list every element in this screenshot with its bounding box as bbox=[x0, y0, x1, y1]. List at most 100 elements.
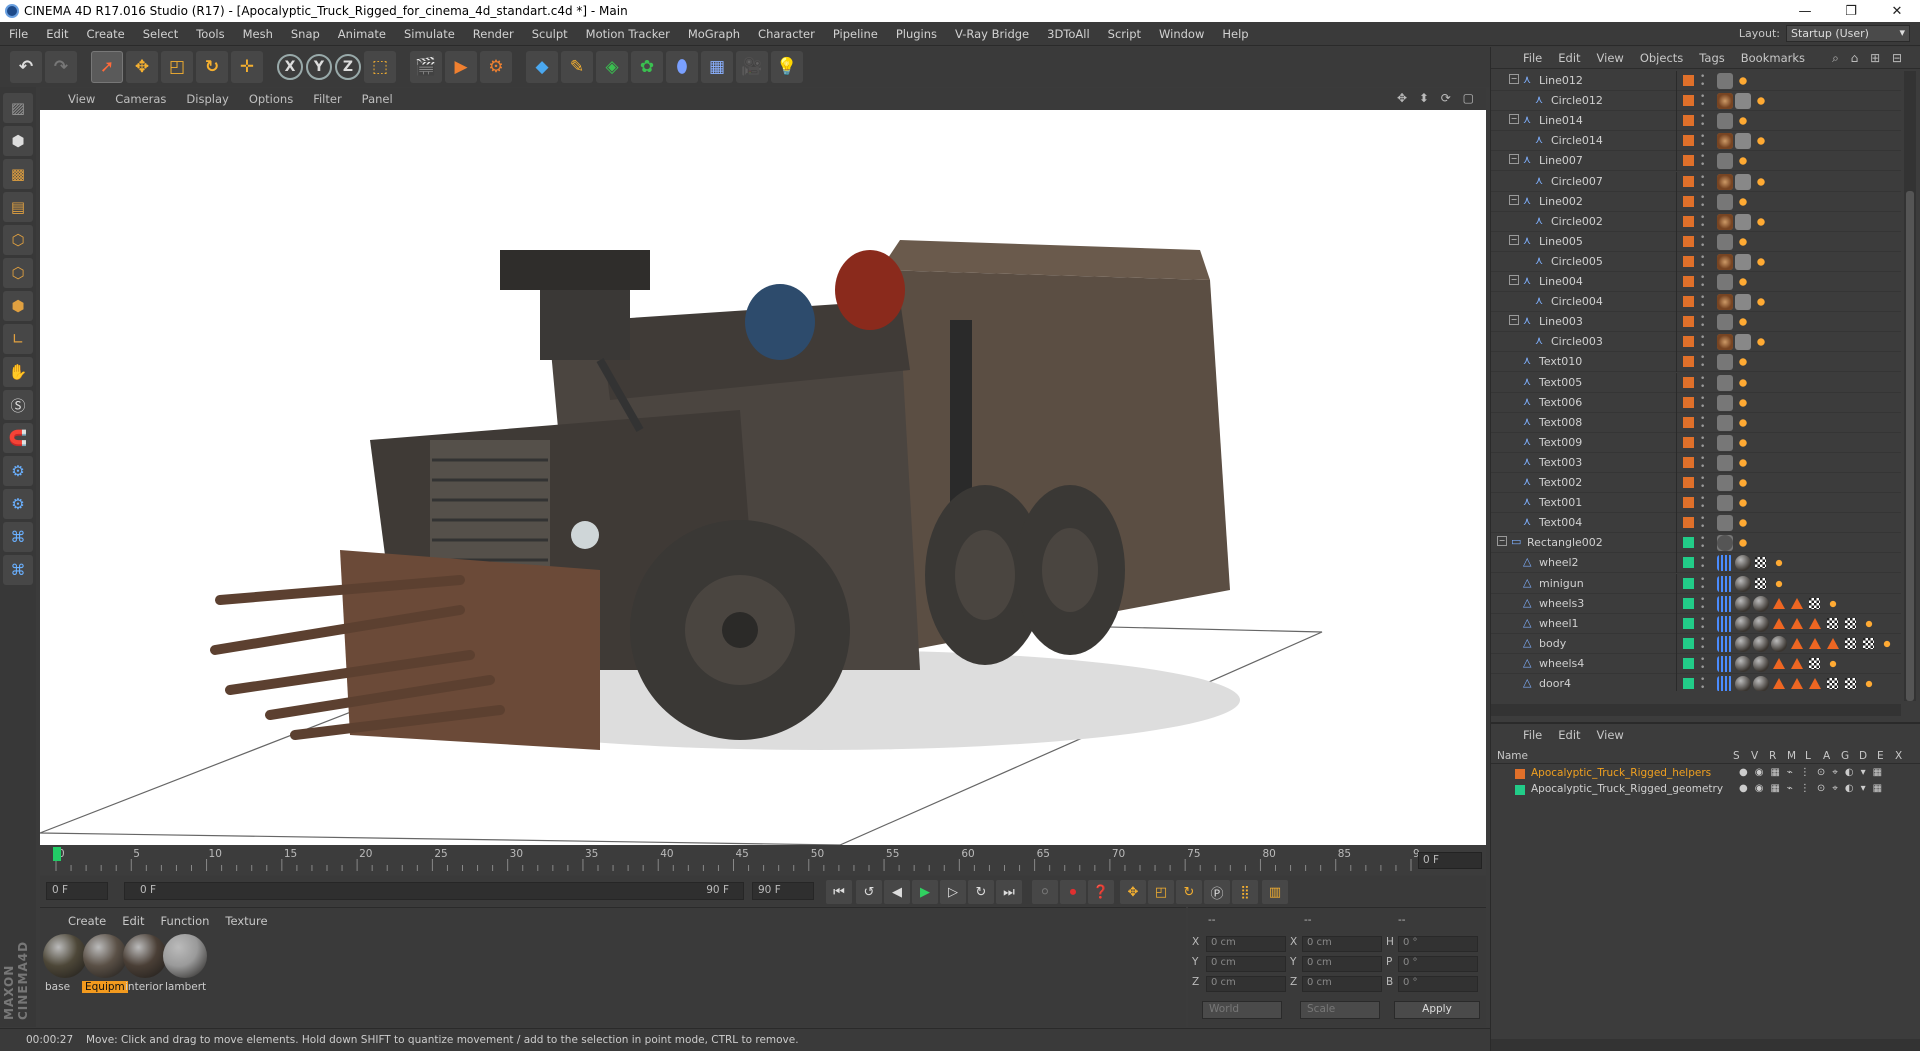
object-name[interactable]: Text005 bbox=[1539, 376, 1582, 389]
selection-tag-icon[interactable] bbox=[1809, 678, 1821, 689]
selection-tag-icon[interactable] bbox=[1773, 678, 1785, 689]
pos-z-field[interactable]: 0 cm bbox=[1206, 976, 1286, 992]
selection-tag-icon[interactable] bbox=[1791, 637, 1803, 649]
previous-key-icon[interactable]: ↺ bbox=[856, 880, 882, 904]
enable-axis-icon[interactable]: ⚙ bbox=[3, 456, 33, 486]
menu-3dtoall[interactable]: 3DToAll bbox=[1038, 27, 1099, 41]
visibility-dots[interactable]: • • bbox=[1700, 354, 1705, 371]
xpresso-tag-icon[interactable] bbox=[1771, 555, 1787, 572]
undo-icon[interactable]: ↶ bbox=[10, 51, 42, 83]
selection-tag-icon[interactable] bbox=[1791, 657, 1803, 669]
layer-color-swatch[interactable] bbox=[1515, 785, 1525, 795]
solo-mode-icon[interactable]: Ⓢ bbox=[3, 390, 33, 420]
visibility-dots[interactable]: • • bbox=[1700, 73, 1705, 90]
object-row[interactable]: − ▭ Rectangle002 • • bbox=[1491, 533, 1901, 554]
object-menu-objects[interactable]: Objects bbox=[1632, 51, 1691, 65]
menu-help[interactable]: Help bbox=[1213, 27, 1257, 41]
collapse-toggle[interactable]: − bbox=[1497, 536, 1507, 547]
layer-color-swatch[interactable] bbox=[1683, 276, 1694, 287]
layer-color-swatch[interactable] bbox=[1683, 477, 1694, 488]
layer-color-swatch[interactable] bbox=[1683, 75, 1694, 86]
layer-color-swatch[interactable] bbox=[1683, 416, 1694, 428]
object-row[interactable]: ⋏ Text001 • • bbox=[1491, 493, 1901, 514]
xpresso-tag-icon[interactable] bbox=[1735, 153, 1751, 170]
timeline-ruler[interactable]: 051015202530354045505560657075808590 0 F bbox=[40, 845, 1486, 875]
layer-color-swatch[interactable] bbox=[1683, 215, 1694, 227]
display-tag-icon[interactable] bbox=[1735, 133, 1751, 150]
collapse-toggle[interactable]: − bbox=[1509, 194, 1519, 205]
display-tag-icon[interactable] bbox=[1717, 374, 1733, 391]
object-name[interactable]: Text009 bbox=[1539, 436, 1582, 449]
tweak-mode-icon[interactable]: ✋ bbox=[3, 357, 33, 387]
menu-window[interactable]: Window bbox=[1150, 27, 1213, 41]
current-frame-field[interactable]: 0 F bbox=[1418, 852, 1482, 869]
viewport-navigation-icons[interactable]: ✥ ⬍ ⟳ ▢ bbox=[1397, 91, 1478, 105]
material-menu-function[interactable]: Function bbox=[153, 914, 218, 928]
display-tag-icon[interactable] bbox=[1717, 233, 1733, 250]
object-row[interactable]: ⋏ Text003 • • bbox=[1491, 452, 1901, 473]
object-name[interactable]: Circle003 bbox=[1551, 335, 1603, 348]
object-menu-edit[interactable]: Edit bbox=[1550, 51, 1588, 65]
visibility-dots[interactable]: • • bbox=[1700, 595, 1705, 612]
visibility-dots[interactable]: • • bbox=[1700, 515, 1705, 532]
visibility-dots[interactable]: • • bbox=[1700, 555, 1705, 572]
display-tag-icon[interactable] bbox=[1717, 434, 1733, 451]
size-mode-dropdown[interactable]: Scale bbox=[1300, 1001, 1380, 1019]
object-menu-tags[interactable]: Tags bbox=[1691, 51, 1732, 65]
object-row[interactable]: − ⋏ Line004 • • bbox=[1491, 272, 1901, 292]
end-frame-field[interactable]: 90 F bbox=[752, 882, 814, 900]
previous-frame-icon[interactable]: ◀ bbox=[884, 880, 910, 904]
object-row[interactable]: − ⋏ Line005 • • bbox=[1491, 231, 1901, 252]
object-name[interactable]: Text003 bbox=[1539, 456, 1582, 469]
object-row[interactable]: − ⋏ Line003 • • bbox=[1491, 312, 1901, 333]
layer-color-swatch[interactable] bbox=[1683, 255, 1694, 267]
close-button[interactable]: ✕ bbox=[1874, 0, 1920, 22]
menu-render[interactable]: Render bbox=[464, 27, 523, 41]
object-name[interactable]: Line004 bbox=[1539, 275, 1583, 288]
rot-p-field[interactable]: 0 ° bbox=[1398, 956, 1478, 972]
visibility-dots[interactable]: • • bbox=[1700, 93, 1705, 110]
xpresso-tag-icon[interactable] bbox=[1735, 535, 1751, 552]
object-row[interactable]: △ wheel1 • • bbox=[1491, 613, 1901, 634]
uvw-tag-icon[interactable] bbox=[1827, 617, 1838, 629]
layer-color-swatch[interactable] bbox=[1683, 235, 1694, 247]
phong-tag-icon[interactable] bbox=[1717, 555, 1733, 572]
object-row[interactable]: ⋏ Text010 • • bbox=[1491, 352, 1901, 373]
y-axis-lock-icon[interactable]: Y bbox=[306, 54, 332, 80]
visibility-dots[interactable]: • • bbox=[1700, 655, 1705, 672]
viewport-menu-options[interactable]: Options bbox=[239, 92, 303, 106]
display-tag-icon[interactable] bbox=[1717, 454, 1733, 471]
layer-color-swatch[interactable] bbox=[1683, 376, 1694, 388]
light-icon[interactable]: 💡 bbox=[771, 51, 803, 83]
axis-mode-icon[interactable]: ∟ bbox=[3, 324, 33, 354]
uvw-tag-icon[interactable] bbox=[1845, 617, 1856, 629]
selection-tag-icon[interactable] bbox=[1827, 637, 1839, 649]
key-pla-icon[interactable]: ⣿ bbox=[1232, 880, 1258, 904]
menu-mesh[interactable]: Mesh bbox=[234, 27, 282, 41]
xpresso-tag-icon[interactable] bbox=[1735, 233, 1751, 250]
object-name[interactable]: Text001 bbox=[1539, 496, 1582, 509]
xpresso-tag-icon[interactable] bbox=[1771, 575, 1787, 592]
object-name[interactable]: Text004 bbox=[1539, 516, 1582, 529]
layer-color-swatch[interactable] bbox=[1683, 436, 1694, 448]
object-name[interactable]: door4 bbox=[1539, 677, 1571, 690]
collapse-toggle[interactable]: − bbox=[1509, 74, 1519, 84]
disabled-tag-icon[interactable] bbox=[1717, 93, 1733, 110]
object-name[interactable]: Text008 bbox=[1539, 416, 1582, 429]
xpresso-tag-icon[interactable] bbox=[1879, 635, 1895, 652]
layer-color-swatch[interactable] bbox=[1683, 497, 1694, 509]
object-name[interactable]: Line014 bbox=[1539, 114, 1583, 127]
object-row[interactable]: ⋏ Text008 • • bbox=[1491, 412, 1901, 433]
selection-tag-icon[interactable] bbox=[1809, 617, 1821, 629]
collapse-toggle[interactable]: − bbox=[1509, 114, 1519, 125]
disabled-tag-icon[interactable] bbox=[1717, 213, 1733, 230]
layer-color-swatch[interactable] bbox=[1683, 617, 1694, 629]
display-tag-icon[interactable] bbox=[1735, 334, 1751, 351]
layout-dropdown[interactable]: Startup (User) bbox=[1786, 25, 1910, 42]
visibility-dots[interactable]: • • bbox=[1700, 635, 1705, 652]
xpresso-tag-icon[interactable] bbox=[1735, 454, 1751, 471]
menu-pipeline[interactable]: Pipeline bbox=[824, 27, 887, 41]
uvw-tag-icon[interactable] bbox=[1755, 577, 1766, 589]
visibility-dots[interactable]: • • bbox=[1700, 314, 1705, 331]
layer-menu-edit[interactable]: Edit bbox=[1550, 728, 1588, 742]
